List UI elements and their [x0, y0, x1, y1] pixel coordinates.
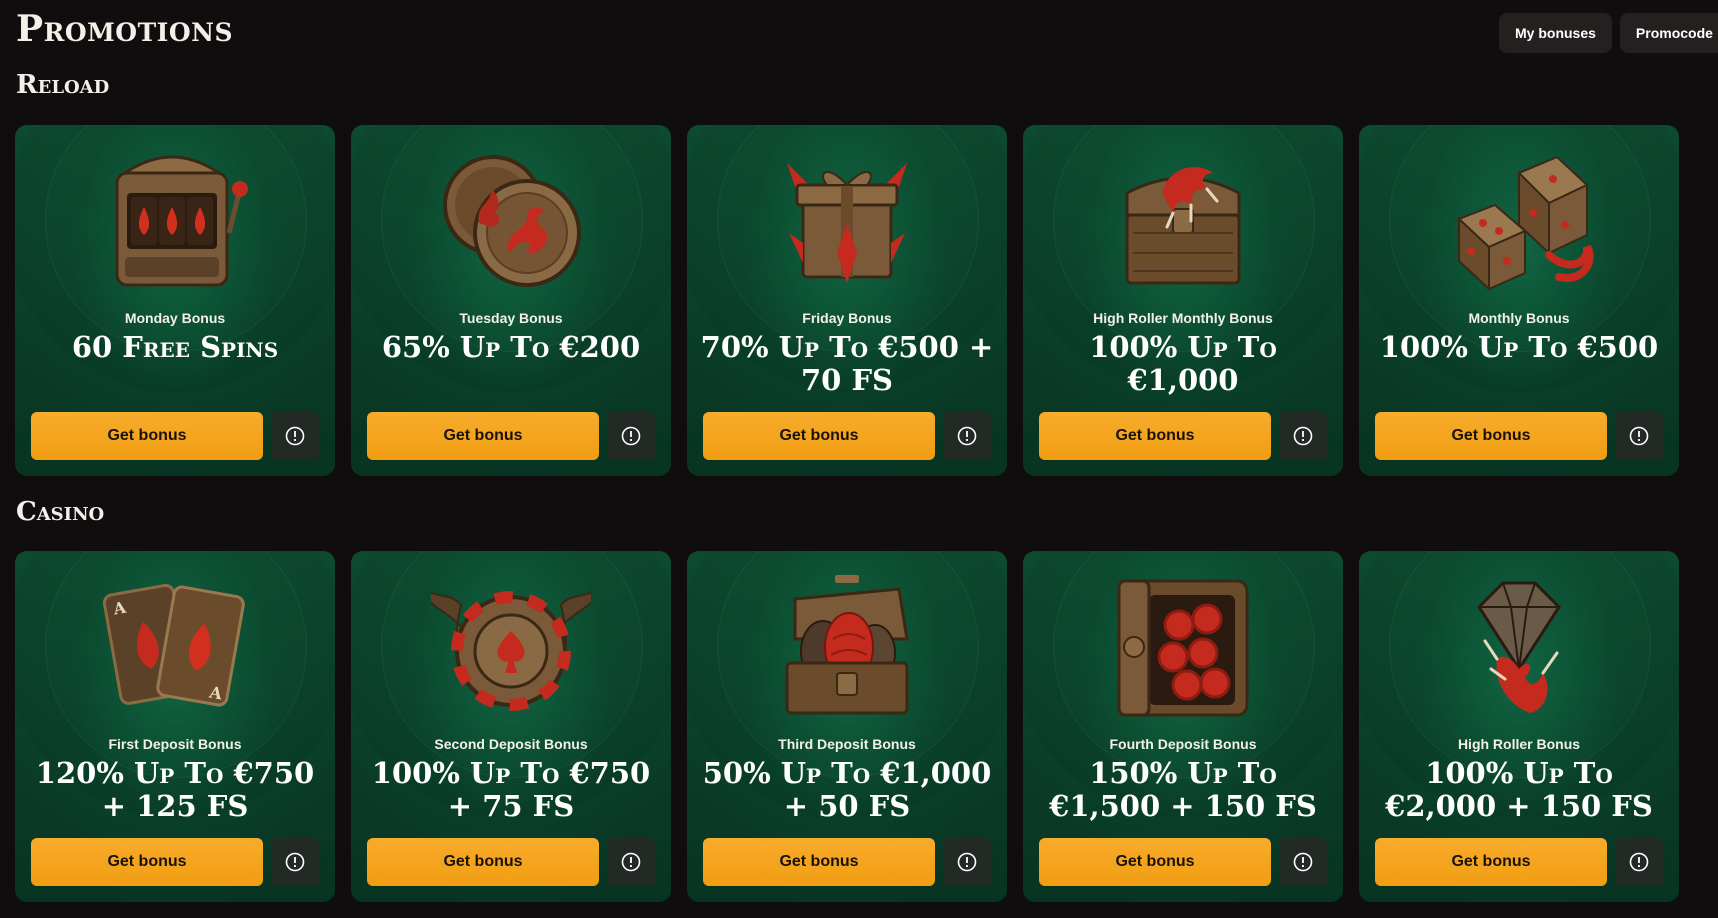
card-title: 65% Up To €200: [381, 330, 641, 364]
top-actions: My bonuses Promocode: [1499, 13, 1718, 53]
info-button[interactable]: [271, 838, 319, 886]
info-icon: [285, 852, 305, 872]
info-button[interactable]: [607, 838, 655, 886]
card-title: 150% Up To €1,500 + 150 FS: [1049, 756, 1317, 823]
get-bonus-button[interactable]: Get bonus: [1039, 412, 1271, 460]
card-subtitle: Third Deposit Bonus: [778, 736, 916, 752]
dice-icon: [1457, 155, 1594, 292]
get-bonus-button[interactable]: Get bonus: [367, 412, 599, 460]
info-icon: [621, 852, 641, 872]
promo-card: Friday Bonus 70% Up To €500 + 70 FS Get …: [687, 125, 1007, 476]
playing-cards-icon: A A: [102, 583, 245, 707]
card-subtitle: Friday Bonus: [802, 310, 892, 326]
card-title: 70% Up To €500 + 70 FS: [700, 330, 994, 397]
card-subtitle: Fourth Deposit Bonus: [1109, 736, 1257, 752]
slot-machine-icon: [115, 155, 248, 287]
get-bonus-button[interactable]: Get bonus: [703, 838, 935, 886]
info-button[interactable]: [943, 838, 991, 886]
info-icon: [621, 426, 641, 446]
section-title-casino: Casino: [16, 497, 105, 527]
info-button[interactable]: [607, 412, 655, 460]
get-bonus-button[interactable]: Get bonus: [31, 412, 263, 460]
card-subtitle: First Deposit Bonus: [108, 736, 242, 752]
get-bonus-button[interactable]: Get bonus: [1375, 838, 1607, 886]
my-bonuses-button[interactable]: My bonuses: [1499, 13, 1612, 53]
info-button[interactable]: [1615, 412, 1663, 460]
dragon-coins-icon: [443, 155, 581, 287]
card-subtitle: High Roller Bonus: [1457, 736, 1581, 752]
get-bonus-button[interactable]: Get bonus: [31, 838, 263, 886]
get-bonus-button[interactable]: Get bonus: [703, 412, 935, 460]
promo-card: Fourth Deposit Bonus 150% Up To €1,500 +…: [1023, 551, 1343, 902]
card-title: 100% Up To €500: [1379, 330, 1659, 364]
info-icon: [285, 426, 305, 446]
info-icon: [1293, 426, 1313, 446]
card-subtitle: Monday Bonus: [124, 310, 226, 326]
info-icon: [1629, 426, 1649, 446]
card-subtitle: High Roller Monthly Bonus: [1093, 310, 1273, 326]
promo-card: A A First Deposit Bonus 120% Up To €750 …: [15, 551, 335, 902]
diamond-claw-icon: [1477, 581, 1561, 713]
get-bonus-button[interactable]: Get bonus: [1039, 838, 1271, 886]
card-subtitle: Second Deposit Bonus: [434, 736, 588, 752]
card-title: 100% Up To €2,000 + 150 FS: [1385, 756, 1653, 823]
promo-card: High Roller Monthly Bonus 100% Up To €1,…: [1023, 125, 1343, 476]
card-subtitle: Tuesday Bonus: [459, 310, 563, 326]
info-icon: [957, 426, 977, 446]
promo-card: High Roller Bonus 100% Up To €2,000 + 15…: [1359, 551, 1679, 902]
safe-icon: [1117, 579, 1249, 717]
card-title: 50% Up To €1,000 + 50 FS: [702, 756, 992, 823]
info-button[interactable]: [271, 412, 319, 460]
promocode-button[interactable]: Promocode: [1619, 13, 1718, 53]
info-button[interactable]: [1279, 838, 1327, 886]
section-title-reload: Reload: [16, 70, 110, 100]
info-icon: [957, 852, 977, 872]
info-icon: [1629, 852, 1649, 872]
page-title: Promotions: [16, 8, 234, 50]
info-button[interactable]: [943, 412, 991, 460]
treasure-chest-claw-icon: [1125, 167, 1241, 285]
promo-card: Monthly Bonus 100% Up To €500 Get bonus: [1359, 125, 1679, 476]
card-subtitle: Monthly Bonus: [1468, 310, 1570, 326]
reload-cards-row: Monday Bonus 60 Free Spins Get bonus Tue…: [15, 125, 1679, 476]
card-title: 100% Up To €1,000: [1089, 330, 1277, 397]
get-bonus-button[interactable]: Get bonus: [367, 838, 599, 886]
winged-chip-icon: [431, 591, 591, 711]
card-title: 60 Free Spins: [71, 330, 279, 364]
gift-box-icon: [787, 163, 907, 283]
promo-card: Third Deposit Bonus 50% Up To €1,000 + 5…: [687, 551, 1007, 902]
promo-card: Tuesday Bonus 65% Up To €200 Get bonus: [351, 125, 671, 476]
info-icon: [1293, 852, 1313, 872]
info-button[interactable]: [1615, 838, 1663, 886]
promo-card: Second Deposit Bonus 100% Up To €750 + 7…: [351, 551, 671, 902]
card-title: 100% Up To €750 + 75 FS: [371, 756, 651, 823]
promo-card: Monday Bonus 60 Free Spins Get bonus: [15, 125, 335, 476]
casino-cards-row: A A First Deposit Bonus 120% Up To €750 …: [15, 551, 1679, 902]
card-title: 120% Up To €750 + 125 FS: [35, 756, 315, 823]
info-button[interactable]: [1279, 412, 1327, 460]
get-bonus-button[interactable]: Get bonus: [1375, 412, 1607, 460]
egg-chest-icon: [785, 575, 909, 715]
